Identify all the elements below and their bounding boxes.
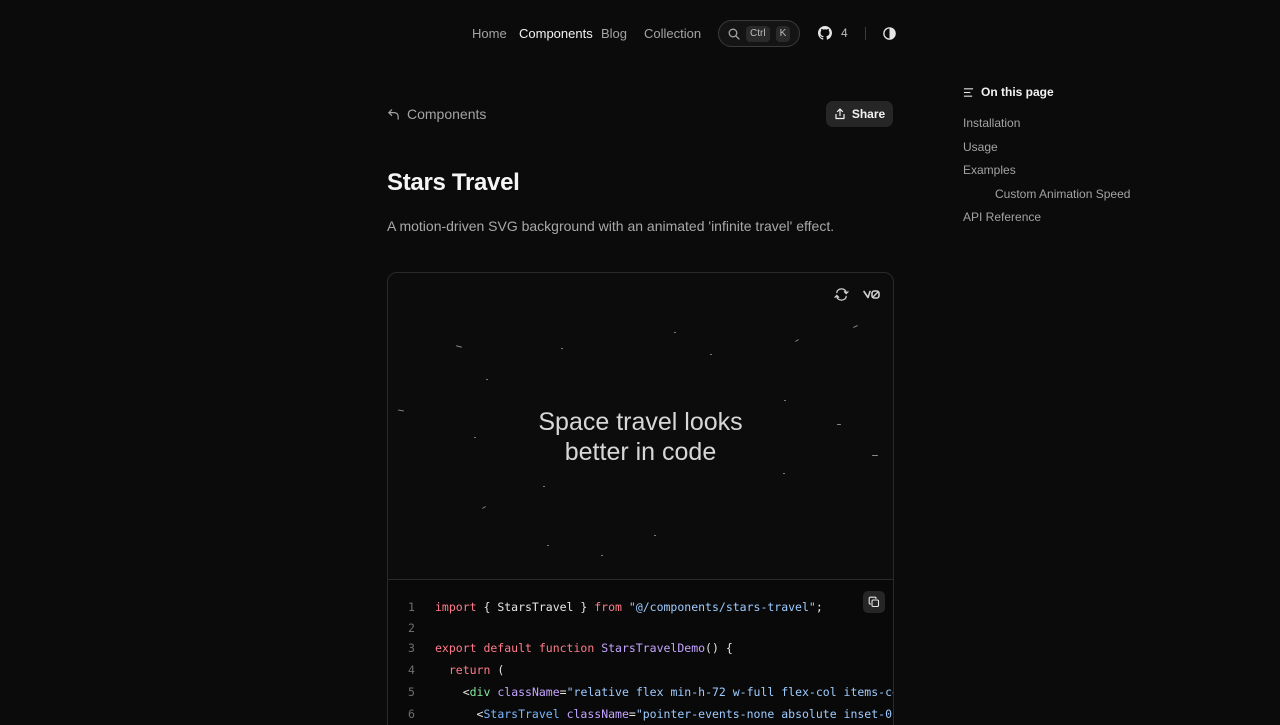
line-number: 3 — [408, 641, 415, 655]
replay-icon[interactable] — [834, 287, 849, 302]
code-text: import { StarsTravel } from "@/component… — [435, 600, 823, 614]
component-preview-card: Space travel looks better in code 1 impor… — [387, 272, 894, 725]
star-streak — [561, 348, 563, 349]
star-streak — [482, 506, 486, 509]
kbd-k: K — [775, 25, 791, 42]
star-streak — [783, 473, 785, 474]
search-icon — [728, 28, 740, 40]
toc-item-custom-animation-speed[interactable]: Custom Animation Speed — [995, 187, 1130, 201]
nav-link-blog[interactable]: Blog — [601, 26, 627, 42]
preview-canvas: Space travel looks better in code — [388, 273, 893, 579]
nav-link-collection[interactable]: Collection — [644, 26, 701, 42]
code-line: 5 <div className="relative flex min-h-72… — [388, 683, 893, 701]
toc-item-usage[interactable]: Usage — [963, 140, 998, 154]
star-streak — [543, 486, 545, 487]
toc-item-api-reference[interactable]: API Reference — [963, 210, 1041, 224]
share-button[interactable]: Share — [826, 101, 893, 127]
back-arrow-icon — [388, 108, 399, 120]
line-number: 6 — [408, 707, 415, 721]
star-streak — [872, 455, 878, 456]
code-line: 2 — [388, 619, 893, 637]
toc-item-examples[interactable]: Examples — [963, 163, 1016, 177]
toc-heading-label: On this page — [981, 85, 1054, 99]
star-streak — [784, 400, 786, 401]
star-streak — [853, 324, 858, 329]
code-line: 1 import { StarsTravel } from "@/componen… — [388, 598, 893, 616]
line-number: 1 — [408, 600, 415, 614]
toc-heading: On this page — [963, 85, 1054, 99]
preview-headline: Space travel looks better in code — [388, 407, 893, 467]
code-block: 1 import { StarsTravel } from "@/componen… — [388, 579, 893, 725]
code-line: 3 export default function StarsTravelDemo… — [388, 639, 893, 657]
top-navigation: Home Components Blog Collection Ctrl K 4 — [0, 0, 1280, 68]
star-streak — [474, 437, 476, 438]
line-number: 5 — [408, 685, 415, 699]
line-number: 2 — [408, 621, 415, 635]
search-button[interactable]: Ctrl K — [718, 20, 800, 47]
code-text: <div className="relative flex min-h-72 w… — [435, 685, 894, 699]
star-streak — [486, 379, 488, 380]
github-link[interactable]: 4 — [818, 26, 848, 40]
star-streak — [601, 555, 603, 556]
share-icon — [835, 108, 845, 120]
share-label: Share — [851, 107, 886, 121]
theme-toggle-icon[interactable] — [882, 26, 897, 41]
nav-link-components[interactable]: Components — [519, 26, 593, 42]
star-streak — [654, 535, 656, 536]
nav-divider — [865, 27, 866, 40]
star-streak — [547, 545, 549, 546]
code-line: 6 <StarsTravel className="pointer-events… — [388, 705, 893, 723]
list-icon — [963, 87, 974, 97]
github-icon — [818, 26, 832, 40]
page-title: Stars Travel — [387, 169, 520, 196]
star-streak — [795, 339, 799, 342]
star-streak — [455, 345, 463, 348]
code-text: return ( — [448, 663, 505, 677]
code-line: 4 return ( — [388, 661, 893, 679]
github-star-count: 4 — [841, 26, 848, 40]
preview-toolbar — [834, 287, 881, 302]
v0-icon[interactable] — [863, 287, 881, 302]
toc-item-installation[interactable]: Installation — [963, 116, 1020, 130]
kbd-ctrl: Ctrl — [746, 25, 770, 42]
line-number: 4 — [408, 663, 415, 677]
star-streak — [710, 354, 712, 355]
back-to-components-link[interactable]: Components — [387, 106, 486, 122]
preview-headline-line2: better in code — [564, 438, 717, 466]
preview-headline-line1: Space travel looks — [538, 408, 743, 436]
star-streak — [837, 424, 841, 425]
back-link-label: Components — [407, 106, 487, 122]
code-text: export default function StarsTravelDemo(… — [435, 641, 733, 655]
nav-link-home[interactable]: Home — [472, 26, 507, 42]
code-text: <StarsTravel className="pointer-events-n… — [435, 707, 894, 721]
star-streak — [674, 332, 676, 333]
page-description: A motion-driven SVG background with an a… — [387, 218, 835, 234]
